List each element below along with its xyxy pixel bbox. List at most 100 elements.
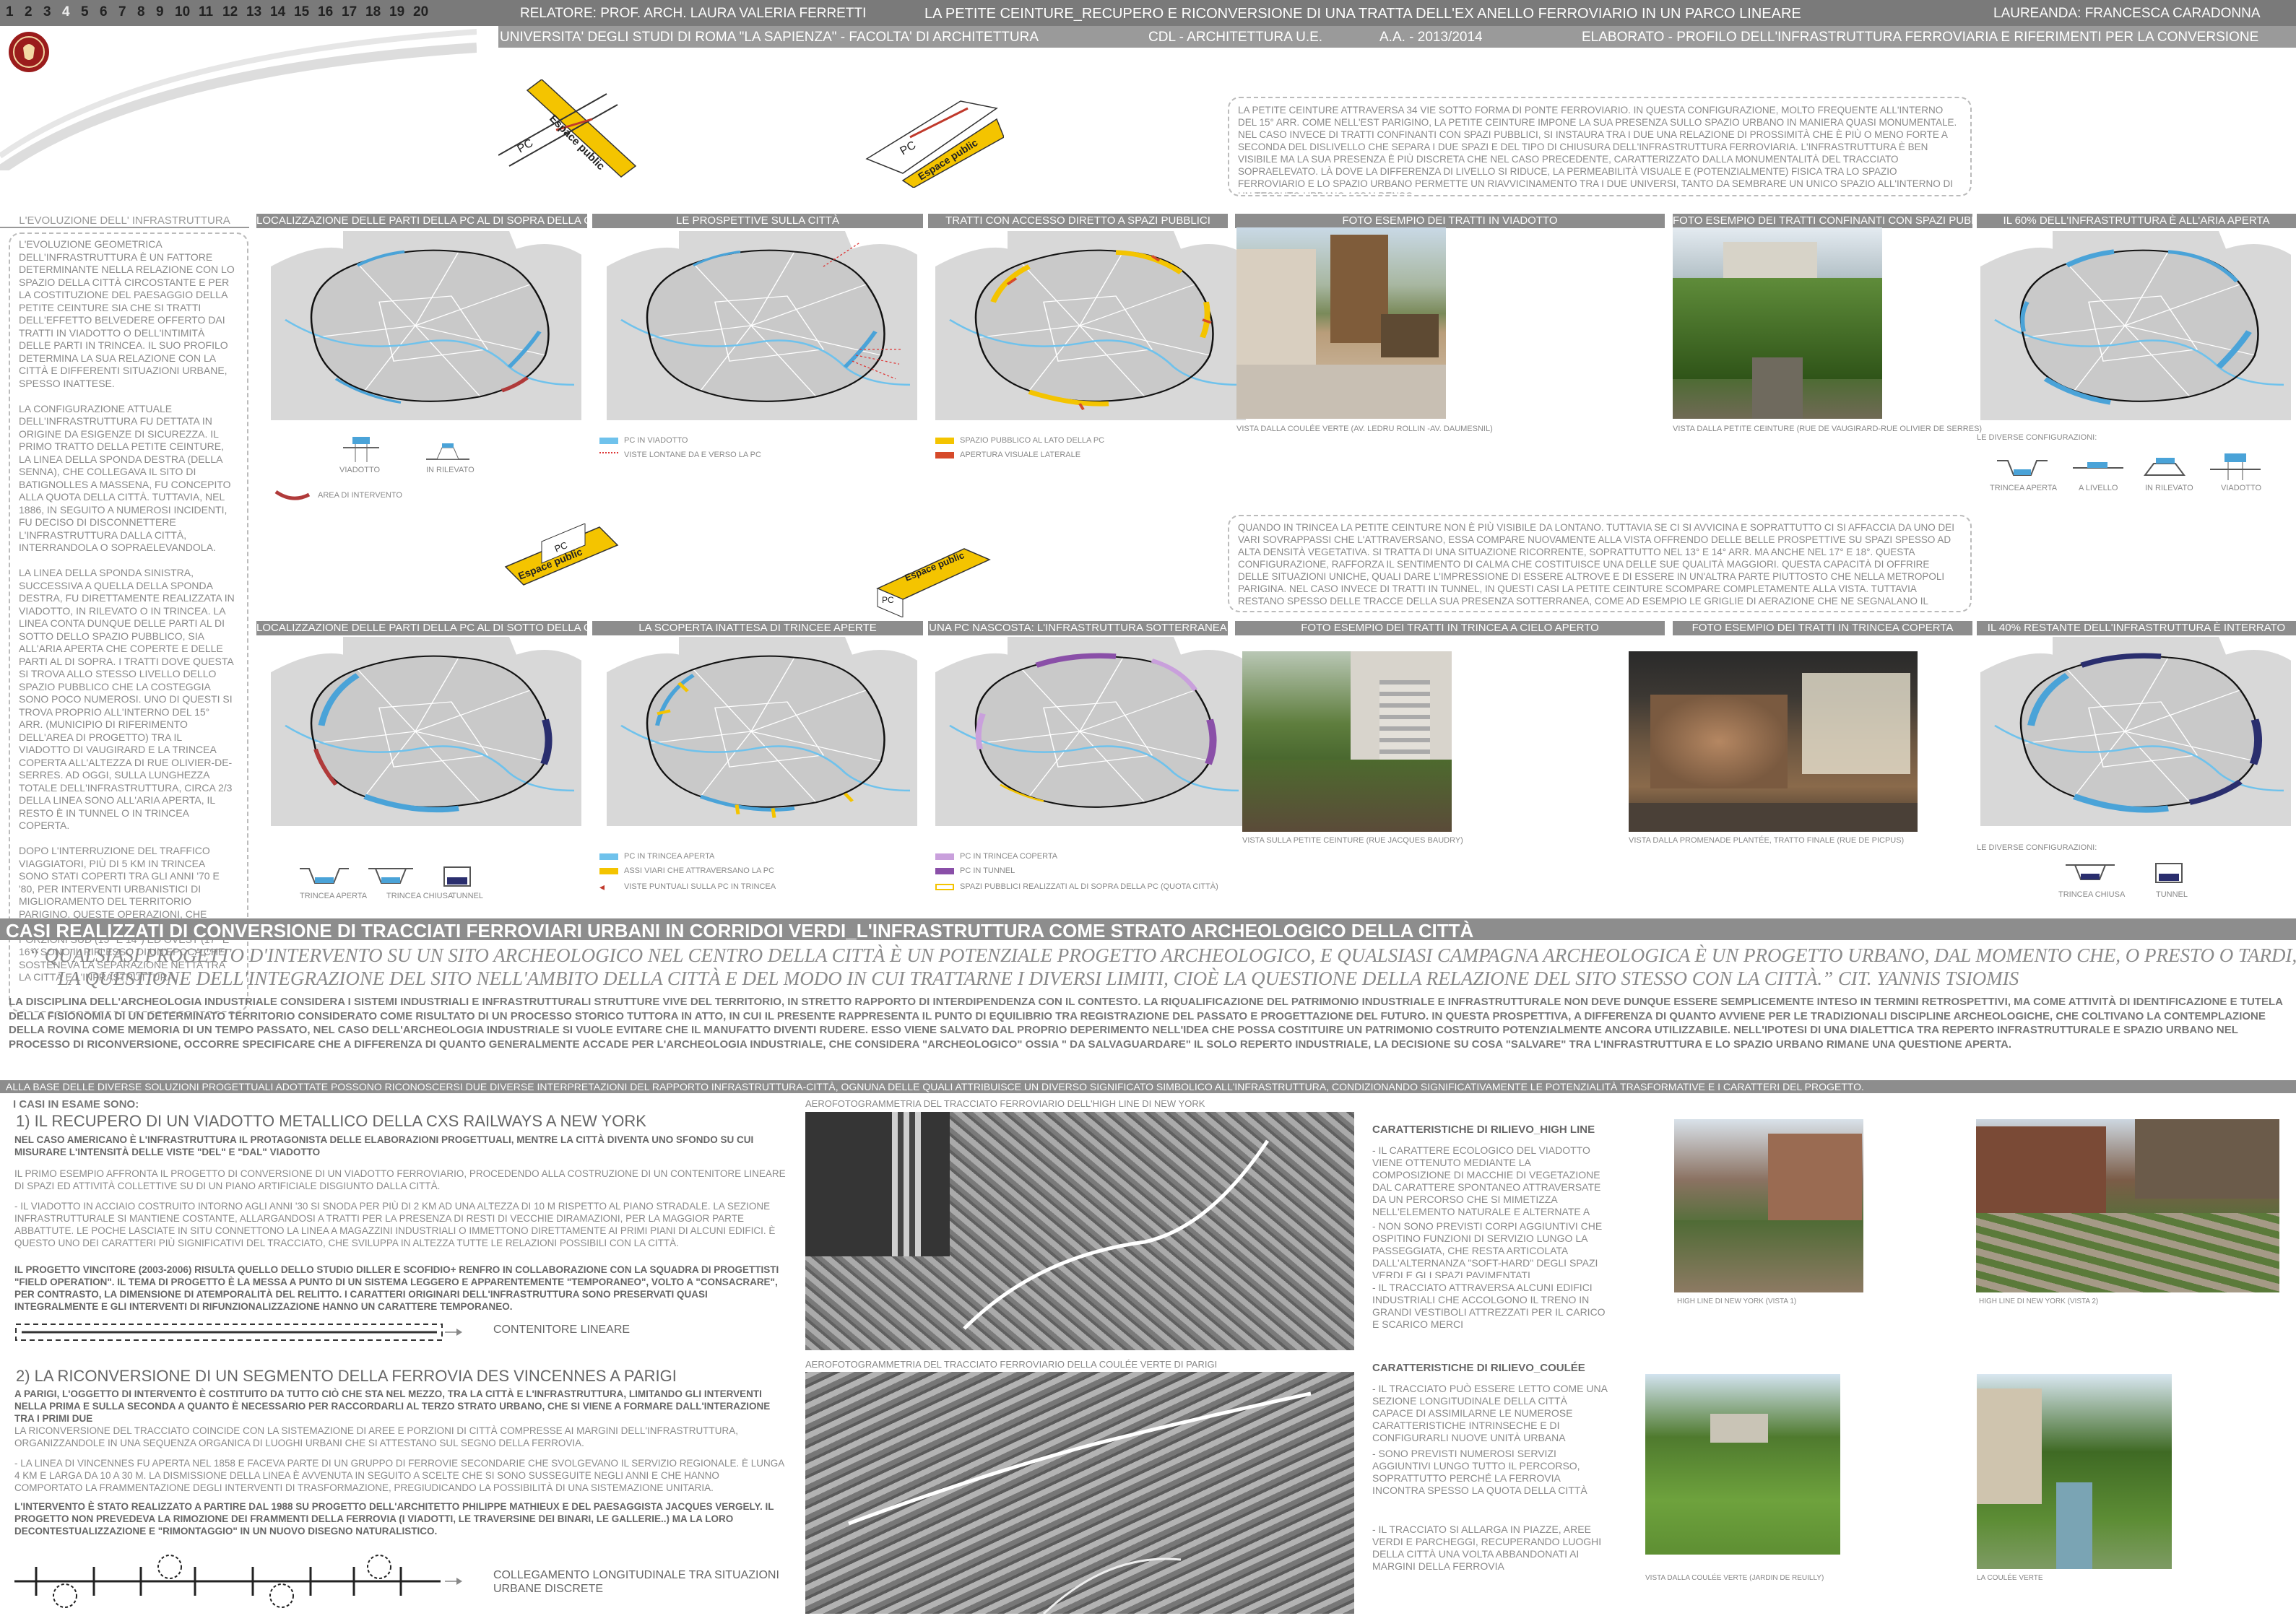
row2bars-title-0: LOCALIZZAZIONE DELLE PARTI DELLA PC AL D…: [256, 621, 587, 635]
cap-hl2: HIGH LINE DI NEW YORK (VISTA 2): [1979, 1298, 2099, 1305]
caso2-title: 2) LA RICONVERSIONE DI UN SEGMENTO DELLA…: [16, 1367, 677, 1385]
page-number-1[interactable]: 1: [6, 4, 14, 20]
caso2-p4: L'INTERVENTO È STATO REALIZZATO A PARTIR…: [14, 1501, 774, 1537]
page-number-11[interactable]: 11: [199, 4, 213, 20]
page-number-7[interactable]: 7: [118, 4, 126, 20]
legend-config-2: LE DIVERSE CONFIGURAZIONI:: [1977, 843, 2097, 852]
laureanda: LAUREANDA: FRANCESCA CARADONNA: [1993, 6, 2261, 21]
intro-top-text: LA PETITE CEINTURE ATTRAVERSA 34 VIE SOT…: [1238, 105, 1957, 194]
quote-line2: LA QUESTIONE DELL'INTEGRAZIONE DEL SITO …: [58, 968, 2019, 989]
cap-cv1: VISTA DALLA COULÉE VERTE (JARDIN DE REUI…: [1645, 1574, 1824, 1582]
photo-trincea-coperta: [1629, 651, 1918, 832]
photo-coulee-verte-viadotto: [1236, 227, 1446, 419]
page-number-3[interactable]: 3: [43, 4, 51, 20]
cfg3-tunnel: TUNNEL: [2156, 890, 2188, 899]
alla-base-text: ALLA BASE DELLE DIVERSE SOLUZIONI PROGET…: [6, 1081, 1864, 1092]
page-number-2[interactable]: 2: [25, 4, 33, 20]
page-number-4[interactable]: 4: [62, 4, 70, 20]
page-number-5[interactable]: 5: [81, 4, 89, 20]
left-col-text: L'EVOLUZIONE GEOMETRICA DELL'INFRASTRUTT…: [19, 238, 235, 1007]
relatore: RELATORE: PROF. ARCH. LAURA VALERIA FERR…: [520, 6, 867, 21]
row1bars-title-1: LE PROSPETTIVE SULLA CITTÀ: [592, 214, 923, 228]
contenitore-lineare-diagram: [15, 1324, 462, 1341]
collegamento-label-1: COLLEGAMENTO LONGITUDINALE TRA SITUAZION…: [493, 1569, 779, 1581]
intro-mid-text: QUANDO IN TRINCEA LA PETITE CEINTURE NON…: [1238, 522, 1954, 609]
aerial-photo-ny: [805, 1112, 1354, 1350]
cap-viadotto: VISTA DALLA COULÉE VERTE (AV. LEDRU ROLL…: [1236, 425, 1493, 433]
map-paris-r1a: [271, 231, 581, 420]
collegamento-diagram: [14, 1555, 462, 1608]
legend-viste: VISTE LONTANE DA E VERSO LA PC: [599, 451, 761, 459]
elaborato: ELABORATO - PROFILO DELL'INFRASTRUTTURA …: [1582, 30, 2259, 45]
row1bars-title-2: TRATTI CON ACCESSO DIRETTO A SPAZI PUBBL…: [928, 214, 1228, 228]
aero-ny-title: AEROFOTOGRAMMETRIA DEL TRACCIATO FERROVI…: [805, 1098, 1205, 1109]
row2bars-title-4: FOTO ESEMPIO DEI TRATTI IN TRINCEA COPER…: [1673, 621, 1972, 635]
legend-viadotto: VIADOTTO: [339, 466, 381, 474]
legend-area: AREA DI INTERVENTO: [318, 491, 402, 500]
page-number-20[interactable]: 20: [413, 4, 428, 20]
legend-pc-coperta: PC IN TRINCEA COPERTA: [935, 852, 1057, 861]
caso2-p3: - LA LINEA DI VINCENNES FU APERTA NEL 18…: [14, 1458, 784, 1493]
legend-rilevato: IN RILEVATO: [426, 466, 475, 474]
config-icons-row2-left: [300, 866, 471, 887]
row2bars-title-5: IL 40% RESTANTE DELL'INFRASTRUTTURA È IN…: [1977, 621, 2296, 635]
legend-pc-viadotto: PC IN VIADOTTO: [599, 436, 688, 445]
legend-spazio: SPAZIO PUBBLICO AL LATO DELLA PC: [935, 436, 1104, 445]
cap-confinanti: VISTA DALLA PETITE CEINTURE (RUE DE VAUG…: [1673, 425, 1983, 433]
page-number-8[interactable]: 8: [137, 4, 145, 20]
page-number-19[interactable]: 19: [389, 4, 404, 20]
page-number-12[interactable]: 12: [222, 4, 238, 20]
page-number-16[interactable]: 16: [318, 4, 333, 20]
legend-viste-puntuali: ◂ VISTE PUNTUALI SULLA PC IN TRINCEA: [599, 880, 776, 892]
photo-highline-2: [1976, 1119, 2279, 1292]
row1bars-title-0: LOCALIZZAZIONE DELLE PARTI DELLA PC AL D…: [256, 214, 587, 228]
page-number-10[interactable]: 10: [175, 4, 190, 20]
map-paris-r2a: [271, 637, 581, 826]
row1bars-title-5: IL 60% DELL'INFRASTRUTTURA È ALL'ARIA AP…: [1977, 214, 2296, 228]
cap-coperta: VISTA DALLA PROMENADE PLANTÉE, TRATTO FI…: [1629, 836, 1905, 845]
row2bars-title-1: LA SCOPERTA INATTESA DI TRINCEE APERTE: [592, 621, 923, 635]
section-banner-title: CASI REALIZZATI DI CONVERSIONE DI TRACCI…: [6, 920, 1474, 942]
cfg-rilevato: IN RILEVATO: [2145, 484, 2193, 492]
page-number-9[interactable]: 9: [156, 4, 164, 20]
rail-tracks-decoration: [0, 29, 477, 170]
cfg-viadotto: VIADOTTO: [2221, 484, 2262, 492]
diagram-trincea: Espace public PC: [504, 523, 619, 586]
cap-cv2: LA COULÉE VERTE: [1977, 1574, 2043, 1582]
page-number-15[interactable]: 15: [294, 4, 309, 20]
row2bars-title-3: FOTO ESEMPIO DEI TRATTI IN TRINCEA A CIE…: [1235, 621, 1665, 635]
cap-hl1: HIGH LINE DI NEW YORK (VISTA 1): [1677, 1298, 1797, 1305]
universita: UNIVERSITA' DEGLI STUDI DI ROMA "LA SAPI…: [500, 30, 1039, 45]
caso1-title: 1) IL RECUPERO DI UN VIADOTTO METALLICO …: [16, 1112, 646, 1130]
cfg2-trincea-chiusa: TRINCEA CHIUSA: [386, 892, 454, 900]
legend-assi: ASSI VIARI CHE ATTRAVERSANO LA PC: [599, 866, 774, 875]
rilievo-hl-1: - IL CARATTERE ECOLOGICO DEL VIADOTTO VI…: [1372, 1144, 1601, 1217]
quote-line1: “ QUALSIASI PROGETTO D'INTERVENTO SU UN …: [29, 944, 2296, 966]
page-number-14[interactable]: 14: [270, 4, 285, 20]
left-col-p2: LA CONFIGURAZIONE ATTUALE DELL'INFRASTRU…: [19, 402, 231, 554]
rilevato-icon: [426, 443, 469, 460]
caso2-p1: A PARIGI, L'OGGETTO DI INTERVENTO È COST…: [14, 1389, 771, 1424]
page-number-6[interactable]: 6: [100, 4, 108, 20]
page-number-17[interactable]: 17: [342, 4, 357, 20]
row2bars-title-2: UNA PC NASCOSTA: L'INFRASTRUTTURA SOTTER…: [928, 621, 1228, 635]
pc-label: PC: [882, 595, 894, 605]
section-paragraph: LA DISCIPLINA DELL'ARCHEOLOGIA INDUSTRIA…: [9, 996, 2283, 1051]
map-paris-r2b: [607, 637, 917, 826]
caso1-p2: IL PRIMO ESEMPIO AFFRONTA IL PROGETTO DI…: [14, 1168, 786, 1191]
photo-coulee-verte-1: [1645, 1374, 1840, 1555]
contenitore-label: CONTENITORE LINEARE: [493, 1324, 631, 1336]
project-title: LA PETITE CEINTURE_RECUPERO E RICONVERSI…: [924, 6, 1801, 22]
left-col-p1: L'EVOLUZIONE GEOMETRICA DELL'INFRASTRUTT…: [19, 238, 235, 389]
rilievo-hl-2: - NON SONO PREVISTI CORPI AGGIUNTIVI CHE…: [1372, 1220, 1603, 1278]
aero-paris-title: AEROFOTOGRAMMETRIA DEL TRACCIATO FERROVI…: [805, 1359, 1218, 1370]
page-number-18[interactable]: 18: [365, 4, 381, 20]
map-paris-r1b: [607, 231, 917, 420]
cdl: CDL - ARCHITETTURA U.E.: [1148, 30, 1323, 45]
area-intervento-icon: [274, 490, 311, 500]
page-number-13[interactable]: 13: [246, 4, 261, 20]
map-paris-r1c: [935, 231, 1246, 420]
photo-coulee-verte-2: [1977, 1374, 2172, 1569]
casi-label: I CASI IN ESAME SONO:: [13, 1098, 139, 1111]
viadotto-icon: [343, 437, 379, 462]
